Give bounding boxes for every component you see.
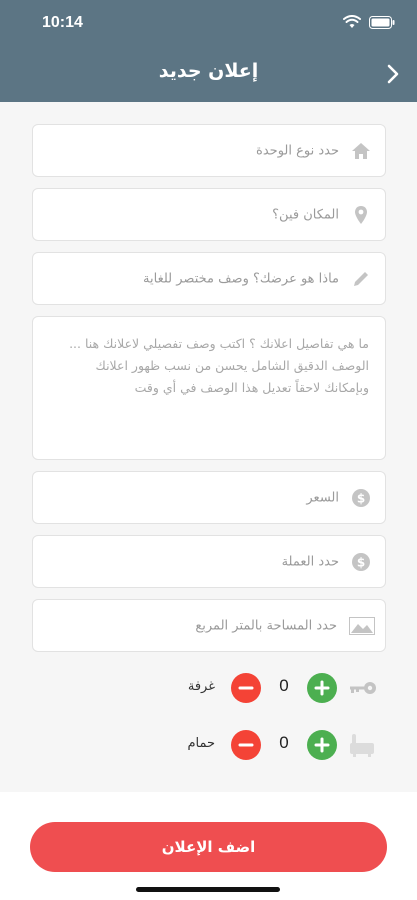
short-description-placeholder: ماذا هو عرضك؟ وصف مختصر للغاية <box>143 271 339 286</box>
location-field[interactable]: المكان فين؟ <box>32 188 386 241</box>
bathrooms-decrement-button[interactable] <box>231 730 261 760</box>
bathrooms-increment-button[interactable] <box>307 730 337 760</box>
plus-icon <box>314 680 330 696</box>
home-indicator <box>136 887 280 892</box>
rooms-increment-button[interactable] <box>307 673 337 703</box>
status-time: 10:14 <box>42 14 83 31</box>
battery-icon <box>369 14 395 33</box>
price-placeholder: السعر <box>306 490 339 505</box>
app-header: 10:14 إعلان جديد <box>0 0 417 102</box>
rooms-count: 0 <box>279 676 289 695</box>
key-icon <box>347 676 377 700</box>
bathrooms-counter: 0 حمام <box>0 728 417 762</box>
details-placeholder: ما هي تفاصيل اعلانك ؟ اكتب وصف تفصيلي لا… <box>69 336 369 395</box>
submit-ad-button[interactable]: اضف الإعلان <box>30 822 387 872</box>
currency-placeholder: حدد العملة <box>281 554 339 569</box>
dollar-icon: $ <box>351 552 371 572</box>
area-field[interactable]: حدد المساحة بالمتر المربع <box>32 599 386 652</box>
bathrooms-count: 0 <box>279 733 289 752</box>
status-icons <box>343 14 395 33</box>
page-title: إعلان جديد <box>158 60 259 82</box>
minus-icon <box>238 743 254 747</box>
details-textarea[interactable]: ما هي تفاصيل اعلانك ؟ اكتب وصف تفصيلي لا… <box>32 316 386 460</box>
back-button[interactable] <box>383 62 403 86</box>
plus-icon <box>314 737 330 753</box>
minus-icon <box>238 686 254 690</box>
svg-text:$: $ <box>357 555 365 569</box>
currency-select[interactable]: $ حدد العملة <box>32 535 386 588</box>
dollar-icon: $ <box>351 488 371 508</box>
chevron-right-icon <box>387 64 399 84</box>
unit-type-select[interactable]: حدد نوع الوحدة <box>32 124 386 177</box>
location-pin-icon <box>351 205 371 225</box>
rooms-label: غرفة <box>187 679 215 694</box>
bathtub-icon <box>347 733 377 757</box>
svg-text:$: $ <box>357 491 365 505</box>
bathrooms-label: حمام <box>187 736 215 751</box>
area-icon <box>349 616 375 636</box>
unit-type-placeholder: حدد نوع الوحدة <box>256 143 339 158</box>
short-description-field[interactable]: ماذا هو عرضك؟ وصف مختصر للغاية <box>32 252 386 305</box>
wifi-icon <box>343 14 361 33</box>
rooms-decrement-button[interactable] <box>231 673 261 703</box>
price-field[interactable]: $ السعر <box>32 471 386 524</box>
home-icon <box>351 141 371 161</box>
area-placeholder: حدد المساحة بالمتر المربع <box>195 618 337 633</box>
location-placeholder: المكان فين؟ <box>272 207 339 222</box>
pencil-icon <box>351 269 371 289</box>
rooms-counter: 0 غرفة <box>0 671 417 705</box>
